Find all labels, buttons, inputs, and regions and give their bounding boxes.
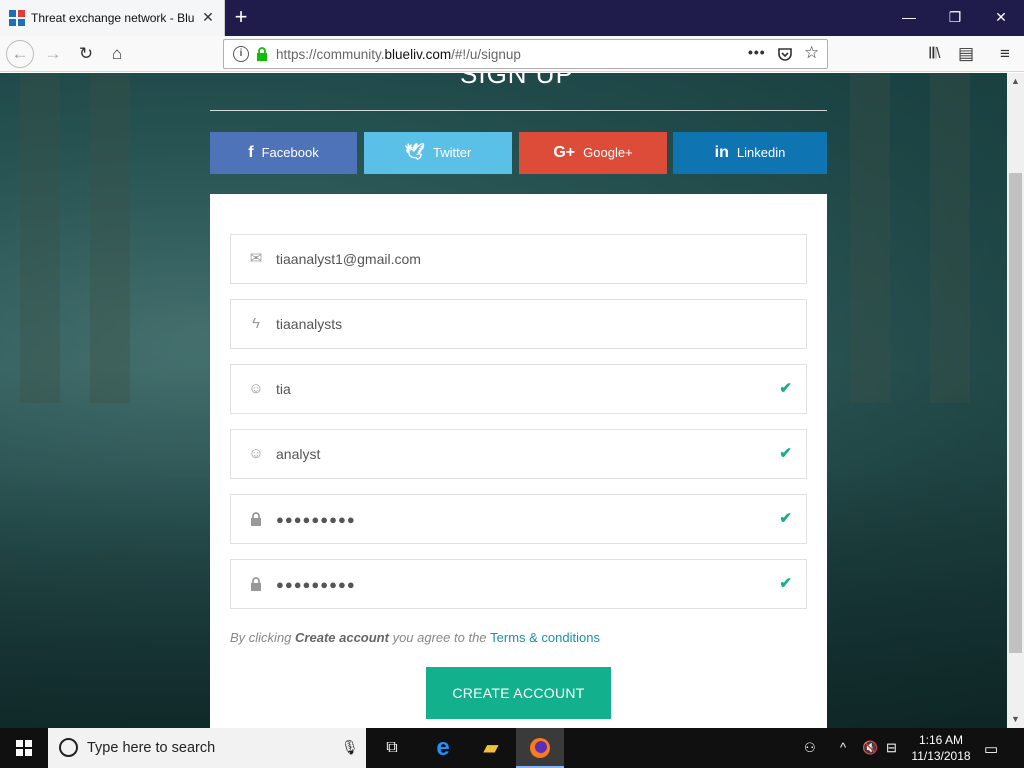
close-tab-icon[interactable]: ✕ (199, 8, 217, 26)
show-hidden-icons-icon[interactable]: ^ (840, 740, 846, 755)
bolt-icon: ϟ (252, 315, 260, 332)
lock-icon (257, 47, 267, 61)
google-plus-icon: G+ (553, 144, 576, 161)
checkmark-icon: ✔ (779, 510, 792, 527)
create-account-button[interactable]: CREATE ACCOUNT (426, 667, 611, 719)
minimize-icon[interactable]: — (886, 0, 932, 34)
title-bar: Threat exchange network - Blu ✕ + — ❐ ✕ (0, 0, 1024, 36)
password-field[interactable]: ●●●●●●●●● ✔ (230, 494, 807, 544)
system-clock[interactable]: 1:16 AM 11/13/2018 (906, 732, 976, 764)
background-pillar (850, 73, 890, 403)
first-name-field[interactable]: ☺ tia ✔ (230, 364, 807, 414)
file-explorer-icon[interactable]: ▰ (467, 728, 515, 768)
heading-divider (210, 110, 827, 111)
taskbar-search[interactable]: Type here to search 🎙 (48, 728, 366, 768)
padlock-icon (251, 577, 261, 591)
sidebar-icon[interactable]: ▤ (952, 40, 980, 68)
people-icon[interactable]: ⚇ (804, 740, 816, 756)
background-pillar (20, 73, 60, 403)
new-tab-icon[interactable]: + (230, 6, 252, 28)
linkedin-icon: in (714, 144, 729, 161)
smiley-icon: ☺ (248, 380, 264, 397)
forward-icon[interactable]: → (39, 40, 67, 68)
tab-title: Threat exchange network - Blu (31, 11, 195, 25)
site-info-icon[interactable]: i (233, 46, 249, 62)
google-button[interactable]: G+ Google+ (519, 132, 667, 174)
library-icon[interactable]: 𝄃𝄃\ (921, 40, 949, 68)
page-heading: SIGN UP (460, 73, 574, 89)
twitter-button[interactable]: 🕊 Twitter (364, 132, 512, 174)
volume-muted-icon[interactable]: 🔇 (862, 740, 878, 756)
action-center-icon[interactable]: ▭ (984, 740, 998, 758)
confirm-password-field[interactable]: ●●●●●●●●● ✔ (230, 559, 807, 609)
scroll-thumb[interactable] (1009, 173, 1022, 653)
site-favicon-icon (9, 10, 25, 26)
background-pillar (930, 73, 970, 403)
close-window-icon[interactable]: ✕ (978, 0, 1024, 34)
background-pillar (90, 73, 130, 403)
pocket-icon[interactable] (777, 46, 793, 62)
firefox-logo-icon (530, 738, 550, 758)
network-icon[interactable]: ⊟ (886, 740, 897, 756)
home-icon[interactable]: ⌂ (103, 40, 131, 68)
facebook-icon: f (248, 144, 254, 161)
terms-link[interactable]: Terms & conditions (490, 630, 600, 645)
username-field[interactable]: ϟ tiaanalysts (230, 299, 807, 349)
taskbar: Type here to search 🎙 ⧉ e ▰ ⚇ ^ 🔇 ⊟ 1:16… (0, 728, 1024, 768)
back-icon[interactable]: ← (6, 40, 34, 68)
browser-tab[interactable]: Threat exchange network - Blu ✕ (0, 0, 225, 36)
url-text: https://community.blueliv.com/#!/u/signu… (276, 47, 521, 62)
padlock-icon (251, 512, 261, 526)
microphone-icon[interactable]: 🎙 (341, 739, 359, 756)
url-bar[interactable]: i https://community.blueliv.com/#!/u/sig… (223, 39, 828, 69)
linkedin-button[interactable]: in Linkedin (673, 132, 827, 174)
bookmark-star-icon[interactable]: ☆ (804, 43, 819, 63)
menu-icon[interactable]: ≡ (991, 40, 1019, 68)
envelope-icon: ✉ (249, 250, 263, 267)
windows-start-icon[interactable] (0, 728, 48, 768)
terms-notice: By clicking Create account you agree to … (230, 630, 600, 645)
page-actions-icon[interactable]: ••• (748, 44, 766, 60)
checkmark-icon: ✔ (779, 380, 792, 397)
edge-icon[interactable]: e (419, 728, 467, 768)
signup-form: ✉ tiaanalyst1@gmail.com ϟ tiaanalysts ☺ … (210, 194, 827, 728)
last-name-field[interactable]: ☺ analyst ✔ (230, 429, 807, 479)
checkmark-icon: ✔ (779, 445, 792, 462)
page-content: SIGN UP f Facebook 🕊 Twitter G+ Google+ in L… (0, 73, 1007, 728)
email-field[interactable]: ✉ tiaanalyst1@gmail.com (230, 234, 807, 284)
cortana-icon (59, 738, 78, 757)
facebook-button[interactable]: f Facebook (210, 132, 357, 174)
checkmark-icon: ✔ (779, 575, 792, 592)
restore-icon[interactable]: ❐ (932, 0, 978, 34)
page-scrollbar[interactable]: ▲ ▼ (1007, 73, 1024, 728)
smiley-icon: ☺ (248, 445, 264, 462)
scroll-down-icon[interactable]: ▼ (1007, 711, 1024, 728)
task-view-icon[interactable]: ⧉ (368, 728, 416, 768)
firefox-icon[interactable] (516, 728, 564, 768)
scroll-up-icon[interactable]: ▲ (1007, 73, 1024, 90)
navigation-bar: ← → ↻ ⌂ i https://community.blueliv.com/… (0, 36, 1024, 72)
reload-icon[interactable]: ↻ (72, 40, 100, 68)
twitter-icon: 🕊 (404, 144, 425, 161)
